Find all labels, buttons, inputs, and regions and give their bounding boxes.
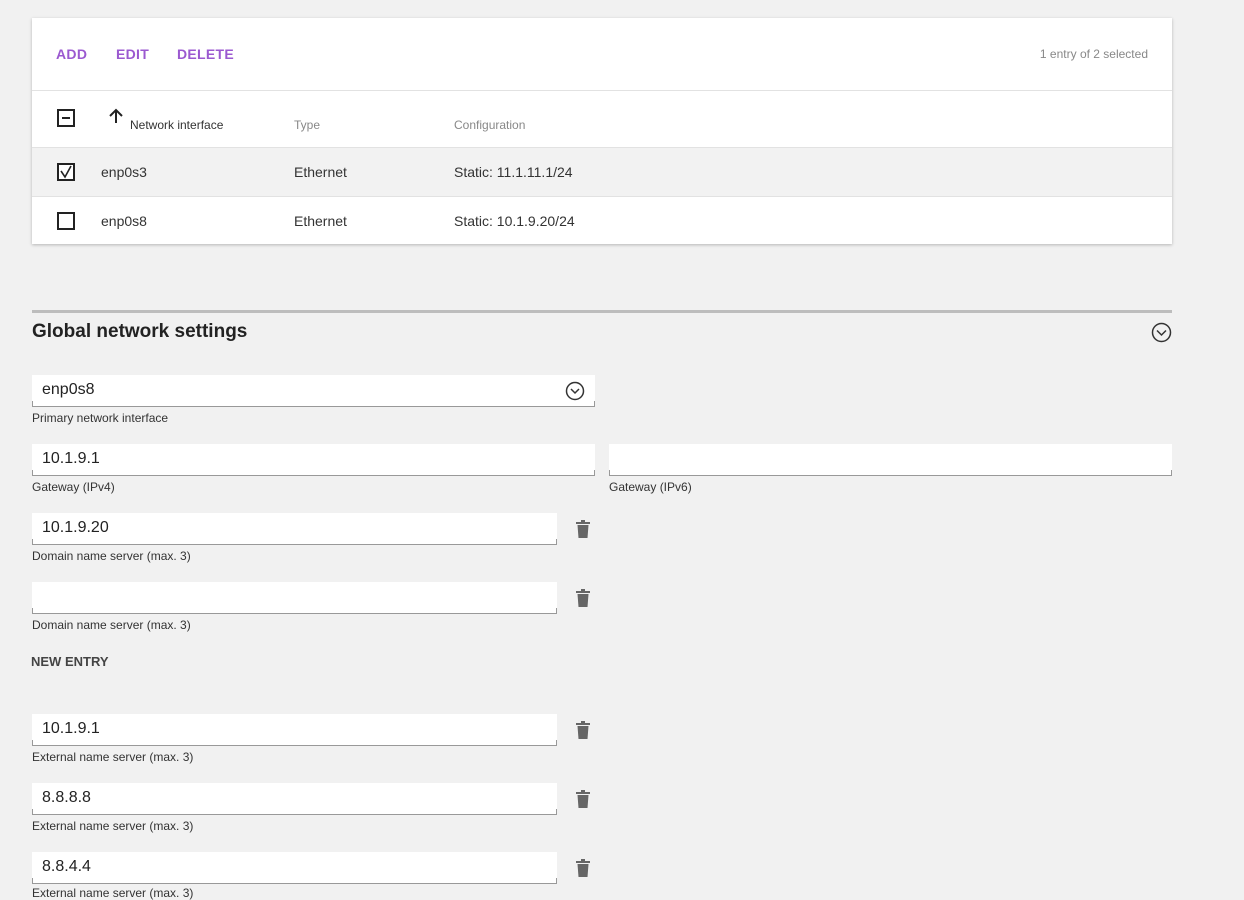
dns-field[interactable] (32, 513, 557, 545)
type-cell: Ethernet (294, 164, 347, 180)
gateway-ipv4-field[interactable] (32, 444, 595, 476)
gateway-ipv4-label: Gateway (IPv4) (32, 480, 115, 494)
table-header: Network interface Type Configuration (32, 90, 1172, 148)
gateway-ipv4-input[interactable] (32, 444, 595, 474)
section-title: Global network settings (32, 321, 248, 342)
indeterminate-icon (59, 111, 73, 125)
select-all-checkbox[interactable] (57, 109, 75, 127)
type-cell: Ethernet (294, 213, 347, 229)
interfaces-table-card: ADD EDIT DELETE 1 entry of 2 selected Ne… (32, 18, 1172, 244)
add-button[interactable]: ADD (56, 46, 87, 62)
trash-icon[interactable] (575, 790, 591, 808)
interface-name-cell: enp0s3 (101, 164, 147, 180)
trash-icon[interactable] (575, 859, 591, 877)
chevron-down-icon[interactable] (565, 381, 585, 401)
external-dns-input[interactable] (32, 852, 557, 882)
table-row[interactable]: enp0s3 Ethernet Static: 11.1.11.1/24 (32, 148, 1172, 197)
external-dns-label: External name server (max. 3) (32, 886, 194, 900)
table-toolbar: ADD EDIT DELETE 1 entry of 2 selected (32, 18, 1172, 91)
checkmark-icon (59, 165, 73, 179)
dns-field[interactable] (32, 582, 557, 614)
column-header-interface[interactable]: Network interface (130, 118, 223, 132)
trash-icon[interactable] (575, 589, 591, 607)
configuration-cell: Static: 10.1.9.20/24 (454, 213, 575, 229)
gateway-ipv6-field[interactable] (609, 444, 1172, 476)
dns-label: Domain name server (max. 3) (32, 618, 191, 632)
primary-interface-select[interactable]: enp0s8 (32, 375, 595, 407)
delete-button[interactable]: DELETE (177, 46, 234, 62)
interface-name-cell: enp0s8 (101, 213, 147, 229)
configuration-cell: Static: 11.1.11.1/24 (454, 164, 573, 180)
dns-input[interactable] (32, 513, 557, 543)
row-checkbox[interactable] (57, 163, 75, 181)
gateway-ipv6-input[interactable] (609, 444, 1172, 474)
dns-label: Domain name server (max. 3) (32, 549, 191, 563)
external-dns-field[interactable] (32, 852, 557, 884)
external-dns-input[interactable] (32, 714, 557, 744)
primary-interface-label: Primary network interface (32, 411, 169, 425)
external-dns-label: External name server (max. 3) (32, 819, 194, 833)
chevron-circle-icon[interactable] (1151, 322, 1172, 343)
trash-icon[interactable] (575, 721, 591, 739)
new-entry-button[interactable]: NEW ENTRY (31, 654, 109, 669)
section-divider (32, 310, 1172, 313)
column-header-type[interactable]: Type (294, 118, 320, 132)
gateway-ipv6-label: Gateway (IPv6) (609, 480, 692, 494)
external-dns-field[interactable] (32, 783, 557, 815)
table-row[interactable]: enp0s8 Ethernet Static: 10.1.9.20/24 (32, 197, 1172, 245)
external-dns-field[interactable] (32, 714, 557, 746)
dns-input[interactable] (32, 582, 557, 612)
primary-interface-value: enp0s8 (42, 381, 95, 398)
row-checkbox[interactable] (57, 212, 75, 230)
edit-button[interactable]: EDIT (116, 46, 149, 62)
arrow-up-icon[interactable] (108, 108, 124, 124)
column-header-configuration[interactable]: Configuration (454, 118, 525, 132)
external-dns-input[interactable] (32, 783, 557, 813)
external-dns-label: External name server (max. 3) (32, 750, 194, 764)
selection-count: 1 entry of 2 selected (1039, 47, 1148, 61)
trash-icon[interactable] (575, 520, 591, 538)
